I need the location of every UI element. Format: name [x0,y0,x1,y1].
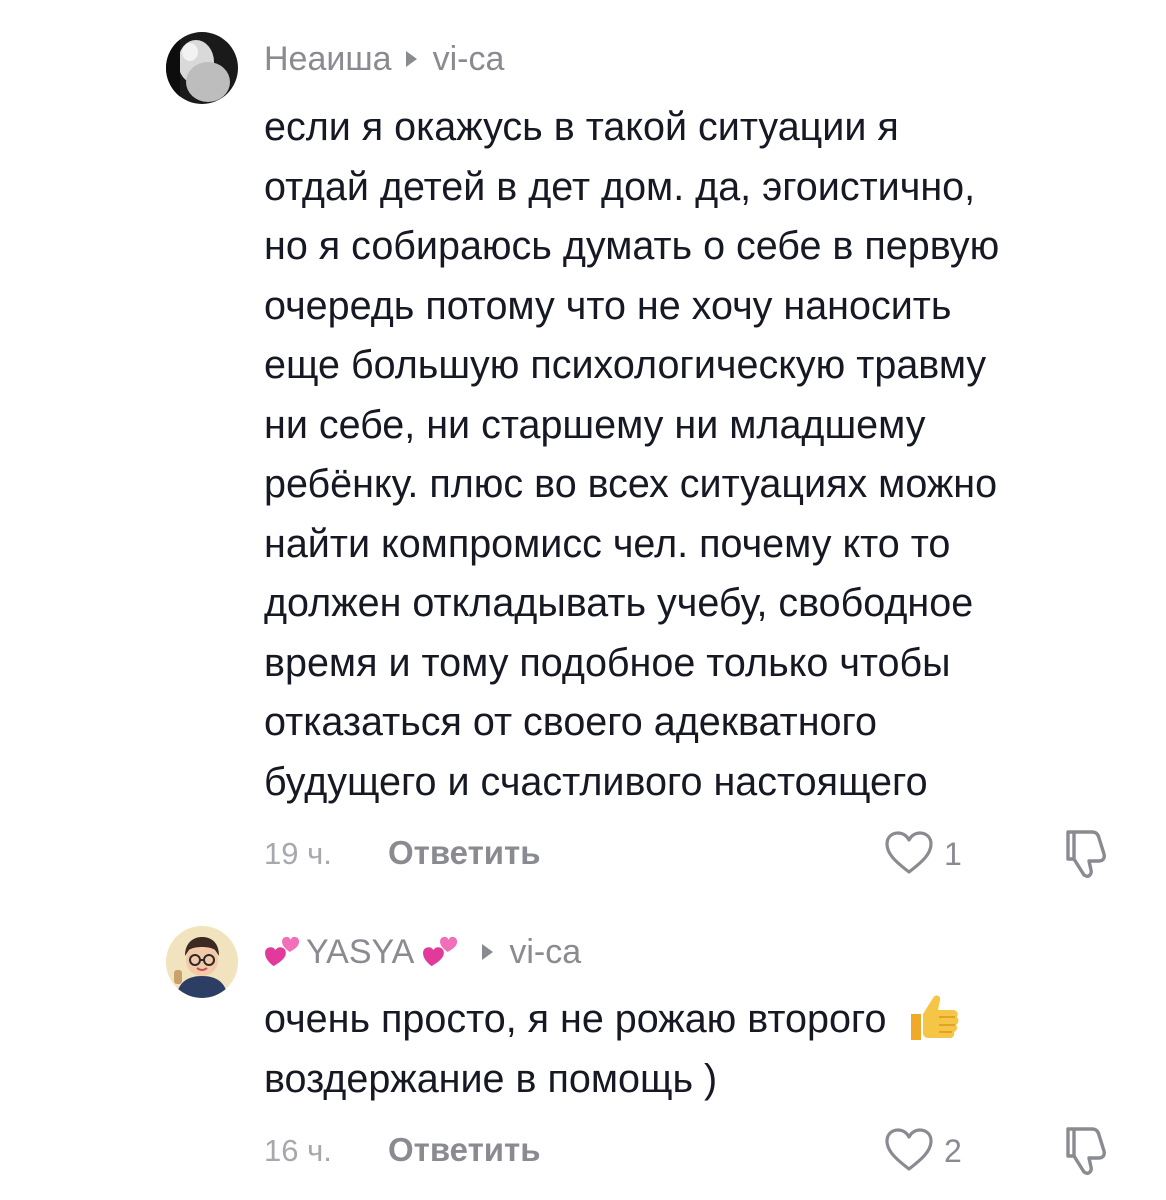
thumbs-up-emoji [911,995,959,1040]
like-button[interactable]: 1 [884,828,994,878]
heart-outline-icon [885,831,933,874]
like-count: 2 [944,1133,962,1169]
timestamp: 19 ч. [264,836,332,871]
reply-to-username[interactable]: vi-ca [433,40,505,79]
dislike-button[interactable] [1060,828,1112,880]
thumbs-down-outline-icon [1066,830,1106,878]
reply-arrow-icon [482,944,494,960]
comment-meta: 19 ч. Ответить 1 [264,828,1124,878]
comment-text-line: еще большую психологическую травму [264,343,987,387]
avatar[interactable] [166,32,238,104]
dislike-button[interactable] [1060,1125,1112,1177]
two-hearts-emoji [265,936,300,967]
comment-text-line: должен откладывать учебу, свободное [264,581,974,625]
reply-arrow-icon [405,51,417,67]
thumbs-down-outline-icon [1066,1127,1106,1175]
comment-text-line: воздержание в помощь ) [264,1056,718,1101]
comment-header: YASYA vi-ca [264,930,581,974]
comment-text-line: очередь потому что не хочу наносить [264,283,952,328]
comment-text-line: но я собираюсь думать о себе в первую [264,224,1000,268]
comment-text-line: отказаться от своего адекватного [264,700,878,744]
comment-header: Неаиша vi-ca [264,37,504,81]
reply-button[interactable]: Ответить [388,834,541,872]
username[interactable]: Неаиша [264,40,392,79]
comment-text-segment: очень просто, я не рожаю второго [264,997,887,1041]
comment-text-line: отдай детей в дет дом. да, эгоистично, [264,164,976,209]
username[interactable]: YASYA [306,933,414,972]
avatar[interactable] [166,926,238,998]
comment-text-line: будущего и счастливого настоящего [264,759,928,804]
reply-to-username[interactable]: vi-ca [509,933,581,972]
comment-text: очень просто, я не рожаю второго воздерж… [264,990,1144,1109]
two-hearts-emoji [423,936,458,967]
comment-text-line: очень просто, я не рожаю второго [264,990,1144,1050]
timestamp: 16 ч. [264,1133,332,1168]
heart-outline-icon [885,1128,933,1171]
comment-text-line: найти компромисс чел. почему кто то [264,521,951,566]
like-button[interactable]: 2 [884,1125,994,1175]
comment-text: если я окажусь в такой ситуации я отдай … [264,98,1144,812]
reply-button[interactable]: Ответить [388,1131,541,1169]
comment-text-line: время и тому подобное только чтобы [264,640,951,685]
comment-text-line: если я окажусь в такой ситуации я [264,105,899,149]
comment-meta: 16 ч. Ответить 2 [264,1125,1124,1175]
comment-text-line: ребёнку. плюс во всех ситуациях можно [264,462,998,506]
comment-text-line: ни себе, ни старшему ни младшему [264,402,926,447]
like-count: 1 [944,836,962,872]
